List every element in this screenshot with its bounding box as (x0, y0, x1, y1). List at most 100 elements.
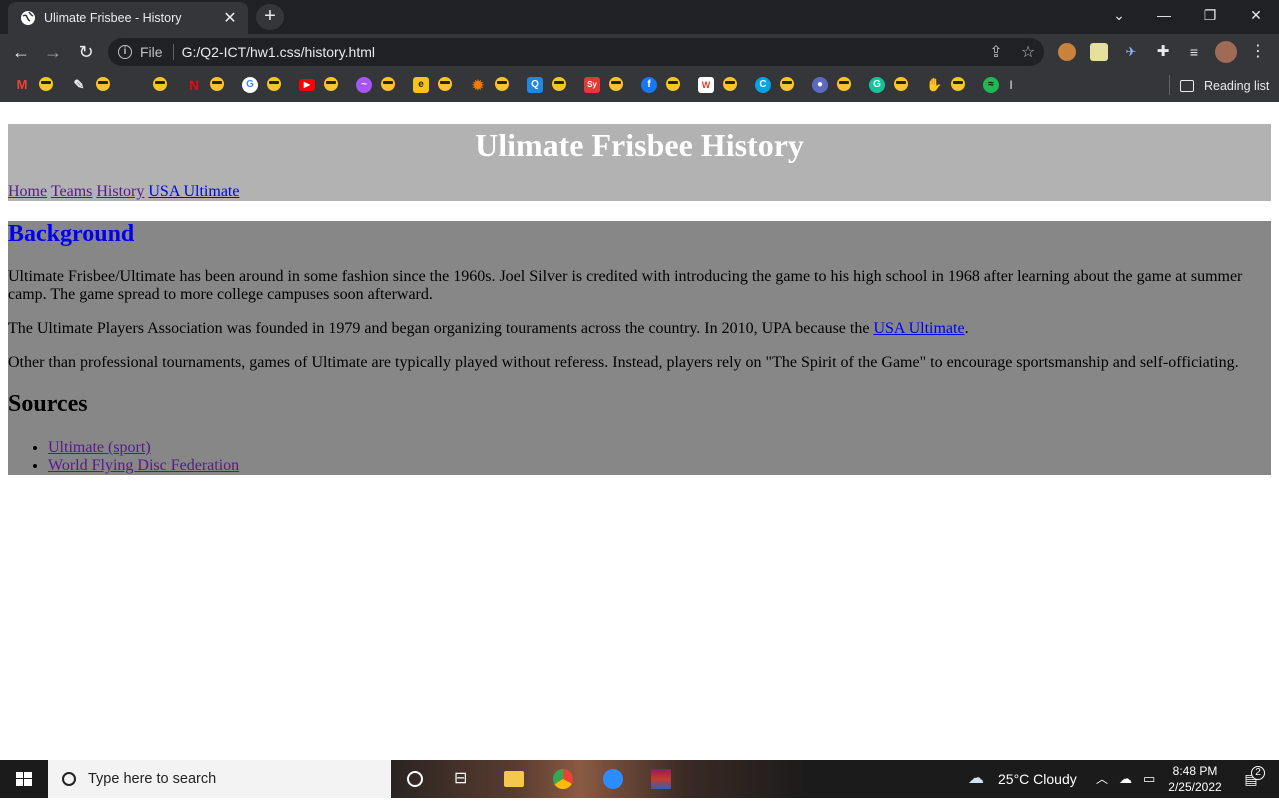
paragraph-upa: The Ultimate Players Association was fou… (8, 320, 1258, 338)
media-control-icon[interactable]: ≡ (1185, 43, 1203, 61)
gmail-bookmark-icon[interactable]: M (14, 77, 30, 93)
onedrive-icon[interactable]: ☁ (1119, 760, 1132, 798)
windows-logo-icon (16, 772, 32, 786)
notes-extension-icon[interactable] (1090, 43, 1108, 61)
emoji-bookmark-icon[interactable] (267, 77, 281, 91)
chevron-up-icon[interactable]: ︿ (1096, 760, 1108, 798)
nav-link-usa-ultimate[interactable]: USA Ultimate (148, 183, 239, 200)
taskbar: Type here to search ⊟ ☁ 25°C Cloudy ︿ ☁ … (0, 760, 1279, 798)
reading-list-label: Reading list (1204, 79, 1270, 93)
tab-close-button[interactable]: ✕ (218, 8, 242, 28)
youtube-bookmark-icon[interactable]: ▶ (299, 79, 315, 91)
zoom-icon[interactable] (603, 769, 623, 789)
paragraph-text: . (964, 320, 969, 337)
url-text[interactable]: G:/Q2-ICT/hw1.css/history.html (182, 44, 980, 60)
sun-bookmark-icon[interactable]: ✹ (470, 77, 486, 93)
notification-button[interactable]: ▤ 2 (1237, 760, 1265, 798)
puzzle-icon[interactable]: ✚ (1154, 43, 1172, 61)
reload-button[interactable]: ↻ (73, 39, 99, 65)
emoji-bookmark-icon[interactable] (153, 77, 167, 91)
emoji-bookmark-icon[interactable] (723, 77, 737, 91)
emoji-bookmark-icon[interactable] (552, 77, 566, 91)
extension-icon[interactable] (1058, 43, 1076, 61)
emoji-bookmark-icon[interactable] (894, 77, 908, 91)
spotify-bookmark-icon[interactable]: ≈ (983, 77, 999, 93)
cortana-icon[interactable] (407, 771, 423, 787)
meet-bookmark-icon[interactable]: ● (812, 77, 828, 93)
weather-label[interactable]: 25°C Cloudy (998, 760, 1077, 798)
chrome-icon[interactable] (553, 769, 573, 789)
search-icon (62, 772, 76, 786)
info-icon[interactable]: i (118, 45, 132, 59)
reading-list-icon (1180, 80, 1194, 92)
grammarly-bookmark-icon[interactable]: G (869, 77, 885, 93)
canva-bookmark-icon[interactable]: C (755, 77, 771, 93)
minimize-button[interactable]: — (1141, 0, 1187, 30)
quizlet-bookmark-icon[interactable]: Q (527, 77, 543, 93)
address-bar[interactable]: i File G:/Q2-ICT/hw1.css/history.html ⇪ … (108, 38, 1044, 66)
start-button[interactable] (0, 760, 48, 798)
facebook-bookmark-icon[interactable]: f (641, 77, 657, 93)
paragraph-history: Ultimate Frisbee/Ultimate has been aroun… (8, 268, 1243, 303)
emoji-bookmark-icon[interactable] (438, 77, 452, 91)
nav-link-teams[interactable]: Teams (51, 183, 93, 200)
emoji-bookmark-icon[interactable] (39, 77, 53, 91)
emoji-bookmark-icon[interactable] (210, 77, 224, 91)
tab-strip: Ulimate Frisbee - History ✕ + ⌄ — ❐ ✕ (0, 0, 1279, 34)
list-item: Ultimate (sport) (48, 439, 239, 457)
star-icon[interactable]: ☆ (1012, 42, 1044, 62)
messenger-bookmark-icon[interactable]: ~ (356, 77, 372, 93)
emoji-bookmark-icon[interactable] (837, 77, 851, 91)
sources-heading: Sources (8, 391, 88, 417)
site-nav: Home Teams History USA Ultimate (8, 183, 239, 201)
arrow-right-icon: → (44, 42, 62, 62)
system-clock[interactable]: 8:48 PM 2/25/2022 (1163, 763, 1227, 795)
emoji-bookmark-icon[interactable] (324, 77, 338, 91)
winrar-icon[interactable] (651, 769, 671, 789)
netflix-bookmark-icon[interactable]: N (186, 77, 202, 93)
source-link-ultimate-sport[interactable]: Ultimate (sport) (48, 439, 151, 456)
restore-button[interactable]: ❐ (1187, 0, 1233, 30)
page-title: Ulimate Frisbee History (475, 127, 804, 163)
sy-bookmark-icon[interactable]: Sy (584, 77, 600, 93)
back-button[interactable]: ← (8, 39, 34, 65)
forward-button[interactable]: → (40, 39, 66, 65)
task-view-icon[interactable]: ⊟ (454, 769, 474, 789)
globe-icon (21, 11, 35, 25)
emoji-bookmark-icon[interactable] (780, 77, 794, 91)
clock-time: 8:48 PM (1172, 764, 1218, 778)
taskbar-search[interactable]: Type here to search (48, 760, 391, 798)
edmodo-bookmark-icon[interactable]: e (413, 77, 429, 93)
paragraph-text: The Ultimate Players Association was fou… (8, 320, 874, 337)
tab-search-button[interactable]: ⌄ (1096, 0, 1142, 30)
reading-list-button[interactable]: Reading list (1180, 76, 1269, 96)
share-icon[interactable]: ⇪ (980, 42, 1012, 62)
cloud-icon[interactable]: ☁ (968, 760, 992, 798)
page-header: Ulimate Frisbee History Home Teams Histo… (8, 124, 1271, 201)
emoji-bookmark-icon[interactable] (381, 77, 395, 91)
new-tab-button[interactable]: + (256, 4, 284, 30)
emoji-bookmark-icon[interactable] (96, 77, 110, 91)
emoji-bookmark-icon[interactable] (609, 77, 623, 91)
nav-link-history[interactable]: History (96, 183, 144, 200)
browser-tab[interactable]: Ulimate Frisbee - History ✕ (8, 2, 248, 34)
menu-kebab-icon[interactable]: ⋮ (1249, 43, 1267, 61)
usa-ultimate-link[interactable]: USA Ultimate (873, 320, 964, 337)
w-bookmark-icon[interactable]: W (698, 77, 714, 93)
file-explorer-icon[interactable] (504, 771, 524, 787)
page-viewport: Ulimate Frisbee History Home Teams Histo… (0, 102, 1279, 760)
pen-bookmark-icon[interactable]: ✎ (71, 77, 87, 93)
source-link-wfdf[interactable]: World Flying Disc Federation (48, 457, 239, 474)
profile-avatar[interactable] (1215, 41, 1237, 63)
hand-bookmark-icon[interactable]: ✋ (926, 77, 942, 93)
google-bookmark-icon[interactable]: G (242, 77, 258, 93)
bookmark-label[interactable]: I (1003, 77, 1019, 93)
network-icon[interactable]: ▭ (1143, 760, 1155, 798)
window-close-button[interactable]: ✕ (1233, 0, 1279, 30)
bookmarks-bar: M ✎ N G ▶ ~ e ✹ Q Sy f W C ● G ✋ ≈ I Rea… (0, 70, 1279, 102)
zoom-extension-icon[interactable]: ✈ (1122, 43, 1140, 61)
emoji-bookmark-icon[interactable] (666, 77, 680, 91)
nav-link-home[interactable]: Home (8, 183, 47, 200)
emoji-bookmark-icon[interactable] (495, 77, 509, 91)
emoji-bookmark-icon[interactable] (951, 77, 965, 91)
